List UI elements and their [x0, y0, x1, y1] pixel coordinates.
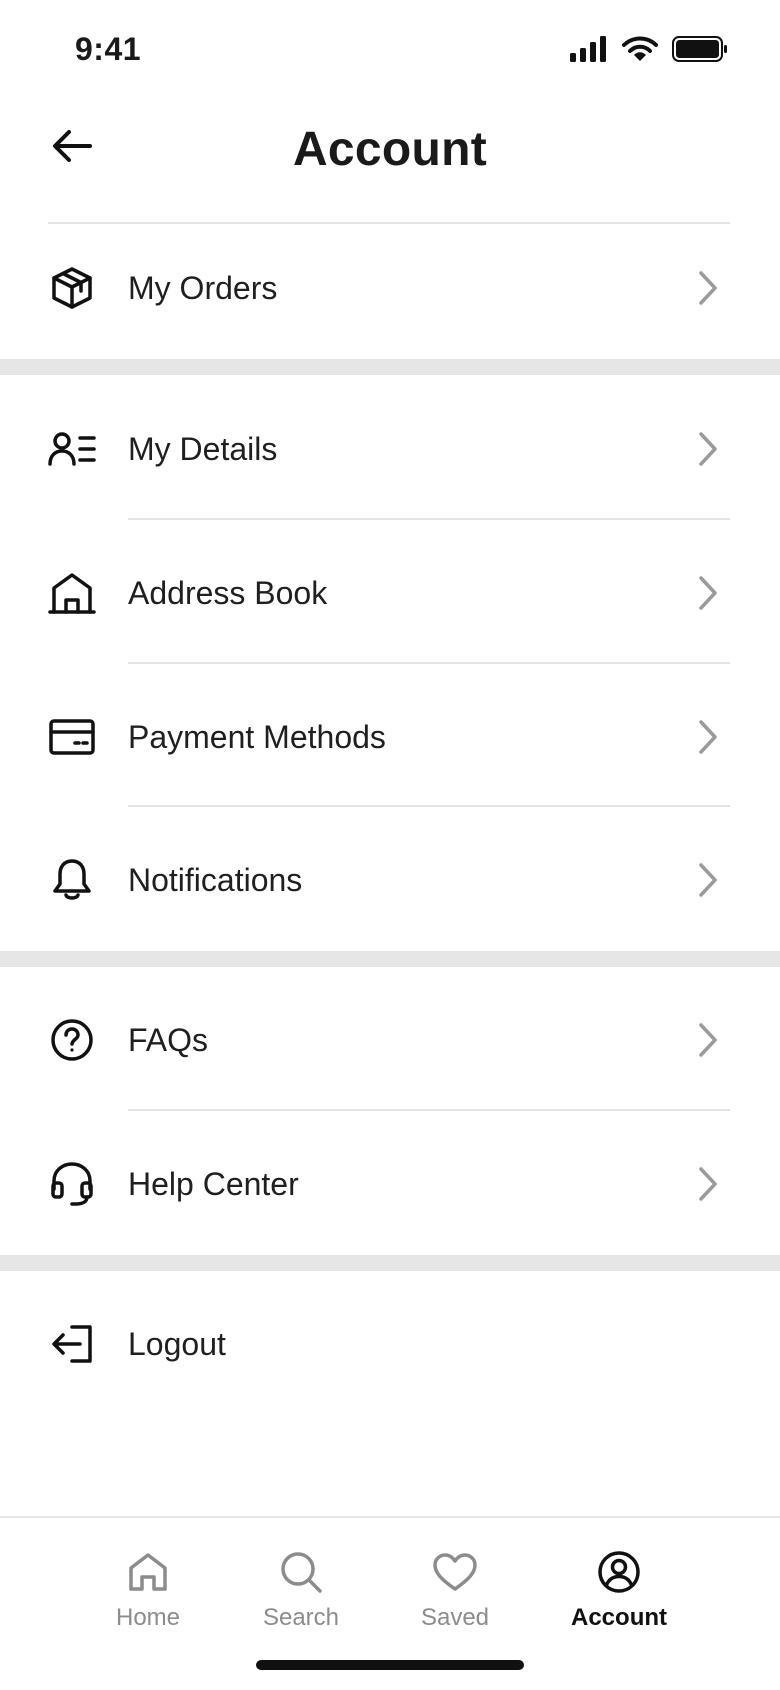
chevron-right-icon [694, 1020, 722, 1060]
heart-icon [431, 1548, 479, 1596]
package-icon [48, 264, 96, 312]
search-icon [277, 1548, 325, 1596]
nav-home[interactable]: Home [73, 1548, 223, 1632]
nav-saved[interactable]: Saved [380, 1548, 530, 1632]
menu-label: FAQs [128, 1021, 209, 1058]
logout-icon [48, 1320, 96, 1368]
menu-label: Address Book [128, 574, 328, 611]
headset-icon [48, 1160, 96, 1208]
divider [128, 1109, 730, 1111]
status-time: 9:41 [75, 31, 142, 67]
home-icon [124, 1548, 172, 1596]
menu-item-my-orders[interactable]: My Orders [0, 217, 780, 359]
wifi-icon [622, 36, 658, 67]
section-gap [0, 359, 780, 375]
chevron-right-icon [694, 573, 722, 613]
page-title: Account [292, 123, 488, 176]
nav-label: Home [115, 1604, 181, 1631]
section-gap [0, 1255, 780, 1271]
status-bar: 9:41 [0, 0, 780, 100]
nav-account[interactable]: Account [544, 1548, 694, 1632]
divider [128, 662, 730, 664]
chevron-right-icon [694, 268, 722, 308]
bell-icon [48, 856, 96, 904]
battery-icon [672, 36, 728, 67]
chevron-right-icon [694, 1164, 722, 1204]
user-circle-icon [595, 1548, 643, 1596]
page-header: Account [0, 100, 780, 222]
menu-label: My Details [128, 430, 278, 467]
divider [128, 518, 730, 520]
chevron-right-icon [694, 860, 722, 900]
home-indicator [256, 1660, 524, 1670]
menu-label: Payment Methods [128, 718, 386, 755]
menu-item-payment-methods[interactable]: Payment Methods [0, 666, 780, 808]
nav-label: Account [571, 1604, 667, 1631]
menu-item-my-details[interactable]: My Details [0, 378, 780, 520]
menu-label: Logout [128, 1325, 226, 1362]
nav-search[interactable]: Search [226, 1548, 376, 1632]
menu-label: My Orders [128, 269, 278, 306]
menu-label: Help Center [128, 1165, 299, 1202]
nav-label: Search [262, 1604, 340, 1631]
menu-item-address-book[interactable]: Address Book [0, 522, 780, 664]
question-circle-icon [48, 1016, 96, 1064]
chevron-right-icon [694, 429, 722, 469]
divider [128, 805, 730, 807]
credit-card-icon [48, 713, 96, 761]
menu-item-help-center[interactable]: Help Center [0, 1113, 780, 1255]
home-icon [48, 569, 96, 617]
nav-label: Saved [420, 1604, 490, 1631]
status-icons [570, 36, 728, 67]
chevron-right-icon [694, 717, 722, 757]
section-gap [0, 951, 780, 967]
menu-item-logout[interactable]: Logout [0, 1273, 780, 1415]
signal-icon [570, 36, 608, 67]
menu-item-notifications[interactable]: Notifications [0, 809, 780, 951]
menu-label: Notifications [128, 861, 303, 898]
user-details-icon [48, 425, 96, 473]
menu-item-faqs[interactable]: FAQs [0, 969, 780, 1111]
